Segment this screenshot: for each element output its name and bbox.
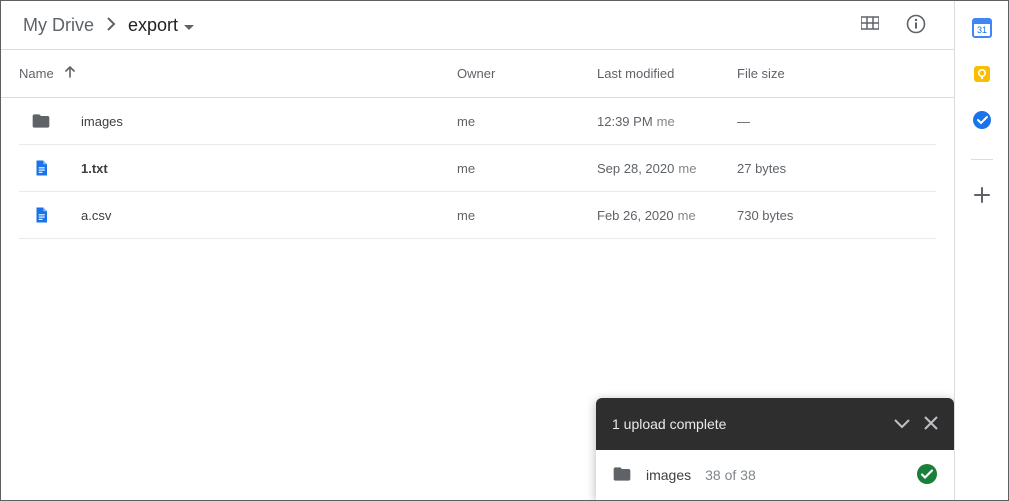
calendar-app-button[interactable]: 31 xyxy=(972,19,992,39)
file-name: images xyxy=(81,114,123,129)
file-owner: me xyxy=(457,208,475,223)
file-size: 730 bytes xyxy=(737,208,793,223)
file-owner: me xyxy=(457,114,475,129)
column-name[interactable]: Name xyxy=(19,66,54,81)
file-modified: Feb 26, 2020 xyxy=(597,208,674,223)
breadcrumb-separator-icon xyxy=(106,17,116,34)
upload-toast-title: 1 upload complete xyxy=(612,416,880,432)
upload-item-progress: 38 of 38 xyxy=(705,467,756,483)
calendar-icon: 31 xyxy=(972,18,992,41)
breadcrumb-root[interactable]: My Drive xyxy=(19,7,98,43)
chevron-down-icon xyxy=(894,416,910,432)
upload-item[interactable]: images 38 of 38 xyxy=(596,450,954,500)
keep-icon xyxy=(972,64,992,87)
file-modified-by: me xyxy=(678,208,696,223)
table-row[interactable]: a.csv me Feb 26, 2020 me 730 bytes xyxy=(19,192,936,239)
file-size: 27 bytes xyxy=(737,161,786,176)
toolbar: My Drive export xyxy=(1,1,954,50)
upload-item-name: images xyxy=(646,467,691,483)
file-list: images me 12:39 PM me — 1.txt me Sep 28, … xyxy=(1,98,954,239)
info-icon xyxy=(906,14,926,37)
column-size[interactable]: File size xyxy=(737,66,785,81)
layout-toggle-button[interactable] xyxy=(858,13,882,37)
file-name: a.csv xyxy=(81,208,111,223)
folder-icon xyxy=(29,111,53,131)
side-panel: 31 xyxy=(954,1,1008,500)
file-modified: 12:39 PM xyxy=(597,114,653,129)
column-owner[interactable]: Owner xyxy=(457,66,495,81)
breadcrumb-current-label: export xyxy=(128,15,178,36)
sort-ascending-icon[interactable] xyxy=(64,66,76,81)
tasks-icon xyxy=(972,110,992,133)
table-row[interactable]: images me 12:39 PM me — xyxy=(19,98,936,145)
file-modified-by: me xyxy=(678,161,696,176)
side-panel-divider xyxy=(971,159,993,160)
upload-toast: 1 upload complete images 38 of 38 xyxy=(596,398,954,500)
table-header: Name Owner Last modified File size xyxy=(1,50,954,98)
close-icon xyxy=(924,417,938,433)
tasks-app-button[interactable] xyxy=(972,111,992,131)
file-name: 1.txt xyxy=(81,161,108,176)
grid-view-icon xyxy=(861,15,879,36)
caret-down-icon xyxy=(184,15,194,36)
svg-text:31: 31 xyxy=(976,25,986,35)
file-owner: me xyxy=(457,161,475,176)
upload-toast-header: 1 upload complete xyxy=(596,398,954,450)
breadcrumb-root-label: My Drive xyxy=(23,15,94,36)
breadcrumb-current[interactable]: export xyxy=(124,7,198,43)
column-modified[interactable]: Last modified xyxy=(597,66,674,81)
file-size: — xyxy=(737,114,750,129)
success-check-icon xyxy=(916,463,938,488)
get-addons-button[interactable] xyxy=(972,186,992,206)
file-modified: Sep 28, 2020 xyxy=(597,161,674,176)
file-modified-by: me xyxy=(657,114,675,129)
document-icon xyxy=(29,159,53,177)
collapse-button[interactable] xyxy=(894,416,910,432)
details-button[interactable] xyxy=(904,13,928,37)
folder-icon xyxy=(612,464,632,487)
plus-icon xyxy=(973,186,991,207)
table-row[interactable]: 1.txt me Sep 28, 2020 me 27 bytes xyxy=(19,145,936,192)
document-icon xyxy=(29,206,53,224)
close-button[interactable] xyxy=(924,416,938,433)
keep-app-button[interactable] xyxy=(972,65,992,85)
